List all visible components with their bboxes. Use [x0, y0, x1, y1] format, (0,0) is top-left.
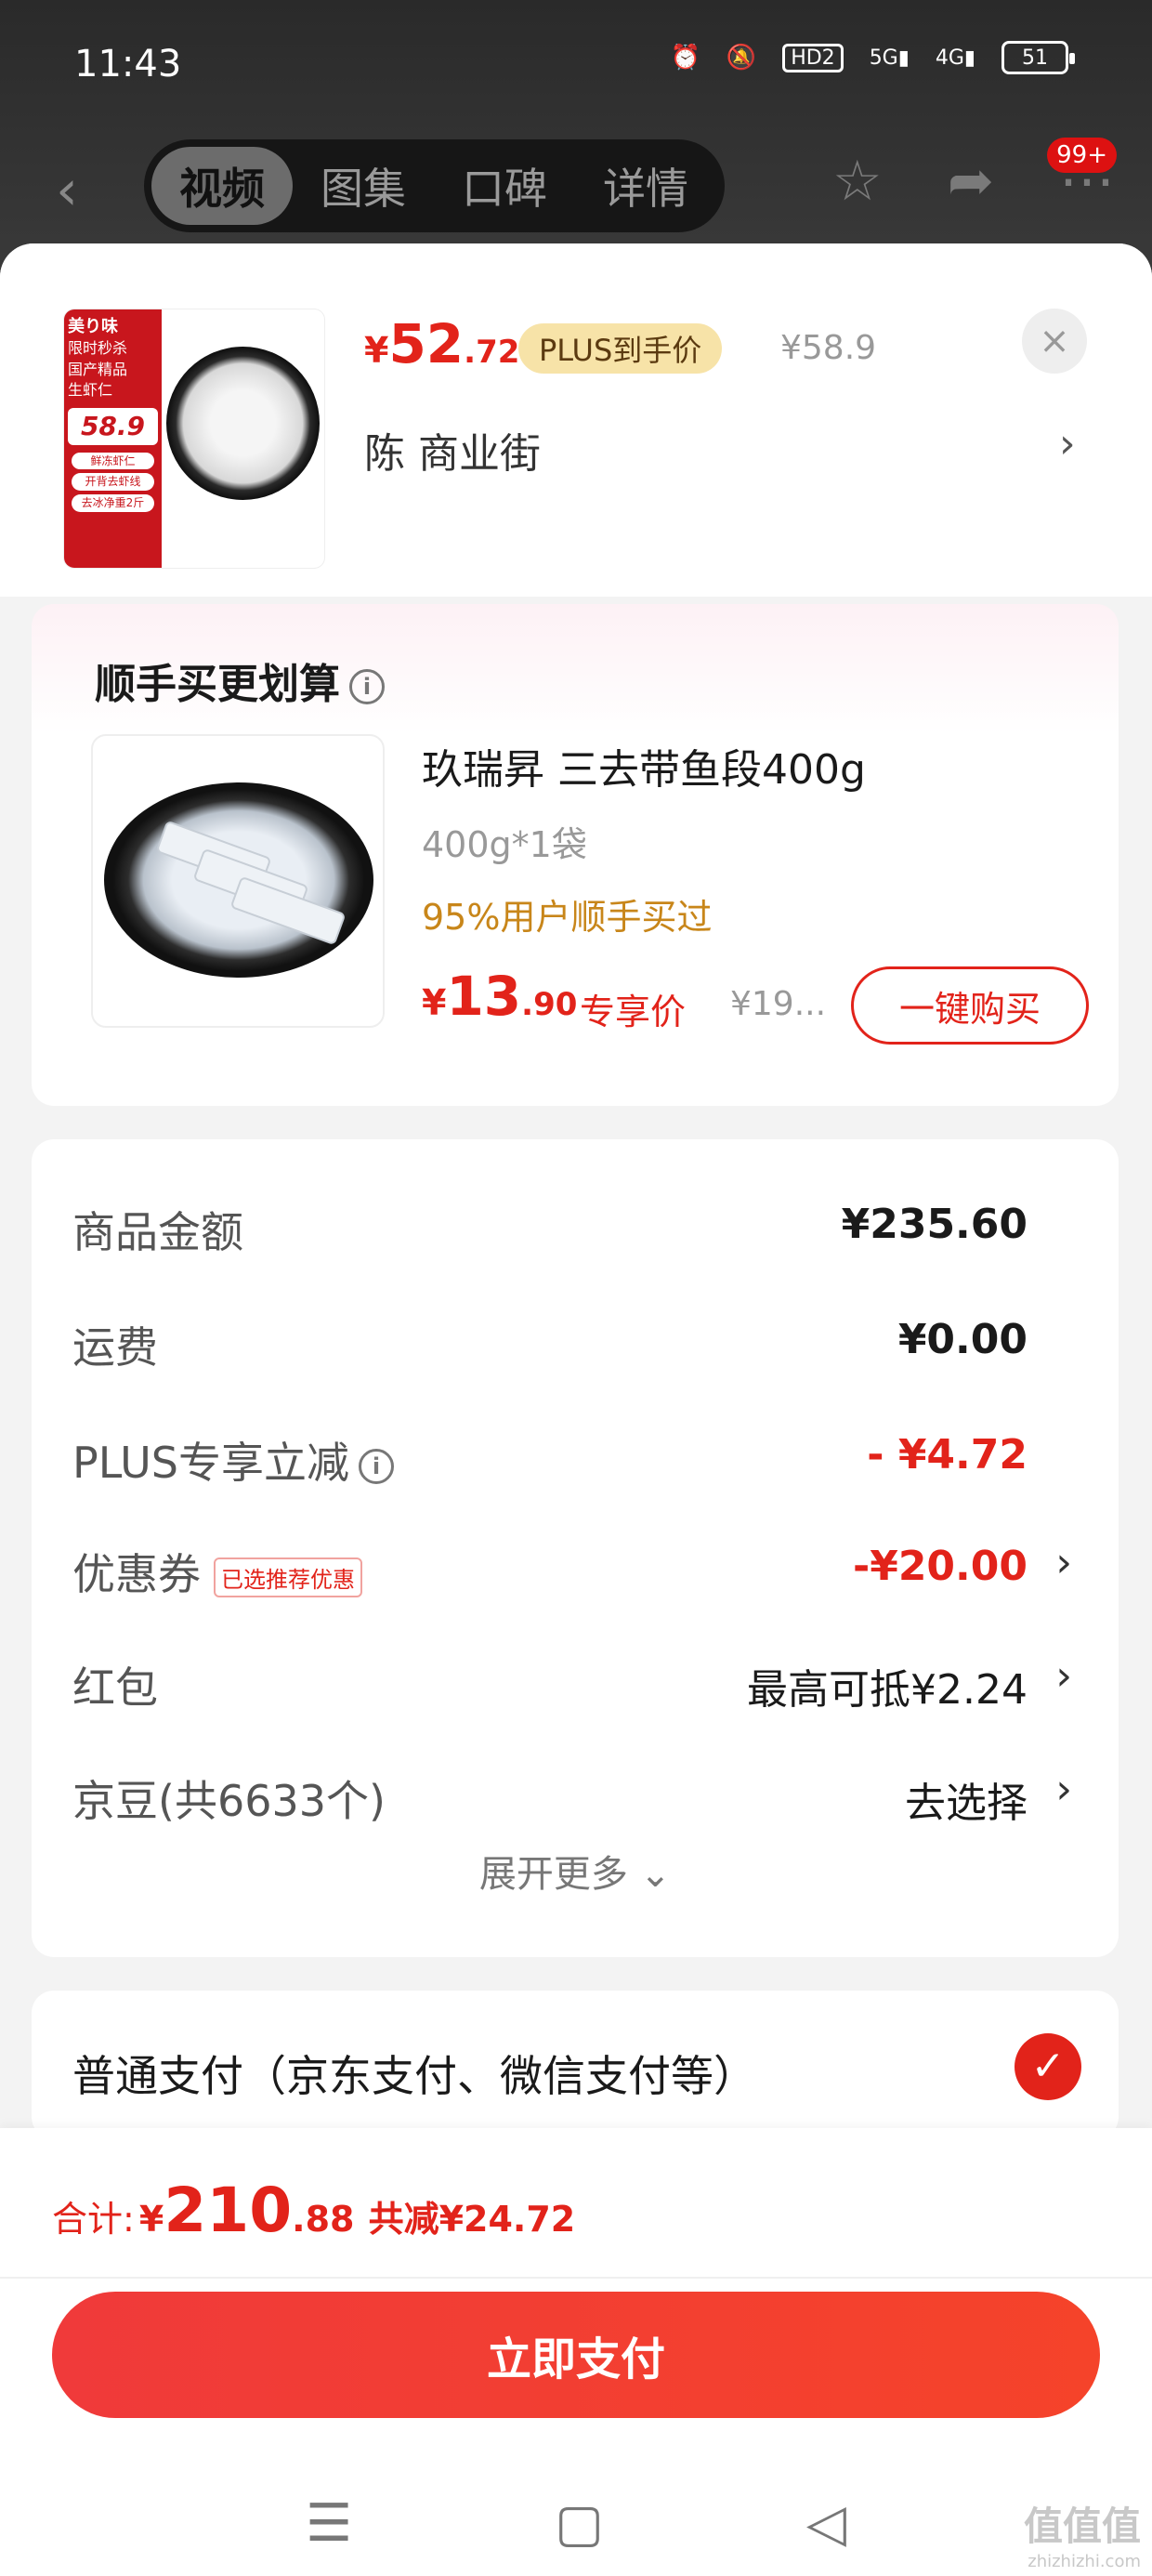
info-icon[interactable]: i [349, 669, 385, 704]
check-icon[interactable]: ✓ [1015, 2033, 1081, 2100]
total-savings: 共减¥24.72 [368, 2199, 576, 2240]
star-icon[interactable]: ☆ [832, 149, 883, 214]
close-icon[interactable]: × [1022, 309, 1087, 374]
back-nav-icon[interactable]: ◁ [806, 2493, 846, 2554]
bundle-product-name[interactable]: 玖瑞昇 三去带鱼段400g [422, 736, 866, 795]
home-icon[interactable]: ▢ [555, 2493, 604, 2554]
row-coupon[interactable]: 优惠券 已选推荐优惠 -¥20.00 › [72, 1528, 1094, 1602]
product-price: ¥52.72 [364, 312, 520, 375]
bundle-title: 顺手买更划算 i [95, 651, 385, 710]
status-bar: 11:43 ⏰ 🔕 HD2 5G▮ 4G▮ 51 [0, 0, 1152, 139]
shrimp-plate-image [166, 347, 320, 500]
background-overlay: 11:43 ⏰ 🔕 HD2 5G▮ 4G▮ 51 ‹ 视频 图集 口碑 详情 ☆… [0, 0, 1152, 279]
status-icons: ⏰ 🔕 HD2 5G▮ 4G▮ 51 [670, 41, 1075, 74]
thumbnail-line: 限时秒杀 [68, 339, 128, 358]
thumbnail-line: 生虾仁 [68, 380, 113, 399]
system-nav-bar: ☰ ▢ ◁ [0, 2472, 1152, 2574]
tab-gallery[interactable]: 图集 [293, 147, 434, 225]
watermark-logo: 值值值 zhizhizhi.com [1023, 2504, 1141, 2571]
signal-5g-icon: 5G▮ [869, 46, 910, 70]
status-time: 11:43 [74, 43, 182, 85]
tab-details[interactable]: 详情 [575, 147, 716, 225]
thumbnail-pill: 开背去虾线 [72, 473, 154, 492]
message-badge: 99+ [1047, 138, 1117, 173]
exclusive-price-label: 专享价 [580, 992, 687, 1032]
product-header: 美り味 限时秒杀 国产精品 生虾仁 58.9 鲜冻虾仁 开背去虾线 去冰净重2斤… [0, 243, 1152, 597]
order-summary: 商品金额 ¥235.60 运费 ¥0.00 PLUS专享立减 i - ¥4.72 … [32, 1139, 1119, 1957]
payment-method-card[interactable]: 普通支付（京东支付、微信支付等） ✓ [32, 1991, 1119, 2139]
thumbnail-banner: 美り味 限时秒杀 国产精品 生虾仁 58.9 鲜冻虾仁 开背去虾线 去冰净重2斤 [64, 309, 162, 568]
tab-reviews[interactable]: 口碑 [434, 147, 575, 225]
original-price: ¥58.9 [780, 329, 877, 367]
bundle-thumbnail[interactable] [91, 734, 385, 1028]
row-red-packet[interactable]: 红包 最高可抵¥2.24 › [72, 1641, 1094, 1715]
back-icon[interactable]: ‹ [56, 158, 78, 223]
row-shipping: 运费 ¥0.00 [72, 1316, 1028, 1373]
tab-video[interactable]: 视频 [151, 147, 293, 225]
bundle-original-price: ¥19... [730, 985, 827, 1023]
chevron-right-icon[interactable]: › [1055, 1539, 1072, 1586]
recommended-coupon-tag: 已选推荐优惠 [214, 1557, 362, 1597]
thumbnail-line: 国产精品 [68, 360, 128, 378]
one-click-buy-button[interactable]: 一键购买 [851, 966, 1089, 1045]
payment-method-label: 普通支付（京东支付、微信支付等） [72, 2051, 756, 2101]
tab-bar: 视频 图集 口碑 详情 [144, 139, 725, 232]
menu-icon[interactable]: ☰ [306, 2493, 352, 2554]
chevron-down-icon: ⌄ [639, 1853, 672, 1896]
mute-icon: 🔕 [726, 44, 757, 72]
bundle-card: 顺手买更划算 i 玖瑞昇 三去带鱼段400g 400g*1袋 95%用户顺手买过 … [32, 604, 1119, 1106]
delivery-address[interactable]: 陈 商业街 [364, 420, 541, 480]
divider [0, 2277, 1152, 2279]
thumbnail-pill: 去冰净重2斤 [72, 494, 154, 512]
checkout-bar: 合计: ¥210.88 共减¥24.72 立即支付 ☰ ▢ ◁ 值值值 zhiz… [0, 2128, 1152, 2576]
thumbnail-brand: 美り味 [68, 317, 118, 336]
share-icon[interactable]: ➦ [948, 149, 994, 214]
hd-icon: HD2 [782, 43, 844, 72]
top-nav: ‹ 视频 图集 口碑 详情 ☆ ➦ ⋯ 99+ [0, 138, 1152, 232]
pay-now-button[interactable]: 立即支付 [52, 2292, 1100, 2418]
expand-more-button[interactable]: 展开更多 ⌄ [32, 1844, 1119, 1898]
plus-price-tag: PLUS到手价 [518, 323, 723, 374]
thumbnail-pill: 鲜冻虾仁 [72, 452, 154, 470]
row-plus-discount: PLUS专享立减 i - ¥4.72 [72, 1431, 1028, 1488]
bundle-price: ¥13.90 [422, 965, 578, 1028]
info-icon[interactable]: i [358, 1448, 394, 1484]
alarm-icon: ⏰ [670, 44, 700, 72]
bundle-spec: 400g*1袋 [422, 824, 587, 865]
chevron-right-icon[interactable]: › [1055, 1766, 1072, 1813]
product-thumbnail: 美り味 限时秒杀 国产精品 生虾仁 58.9 鲜冻虾仁 开背去虾线 去冰净重2斤 [63, 309, 325, 569]
row-jd-beans[interactable]: 京豆(共6633个) 去选择 › [72, 1755, 1094, 1829]
row-subtotal: 商品金额 ¥235.60 [72, 1201, 1028, 1257]
bundle-purchase-rate: 95%用户顺手买过 [422, 897, 713, 938]
order-total: 合计: ¥210.88 共减¥24.72 [52, 2175, 576, 2246]
signal-4g-icon: 4G▮ [935, 46, 975, 70]
thumbnail-price: 58.9 [68, 408, 158, 445]
chevron-right-icon[interactable]: › [1059, 420, 1076, 467]
battery-icon: 51 [1001, 41, 1075, 74]
chevron-right-icon[interactable]: › [1055, 1652, 1072, 1700]
